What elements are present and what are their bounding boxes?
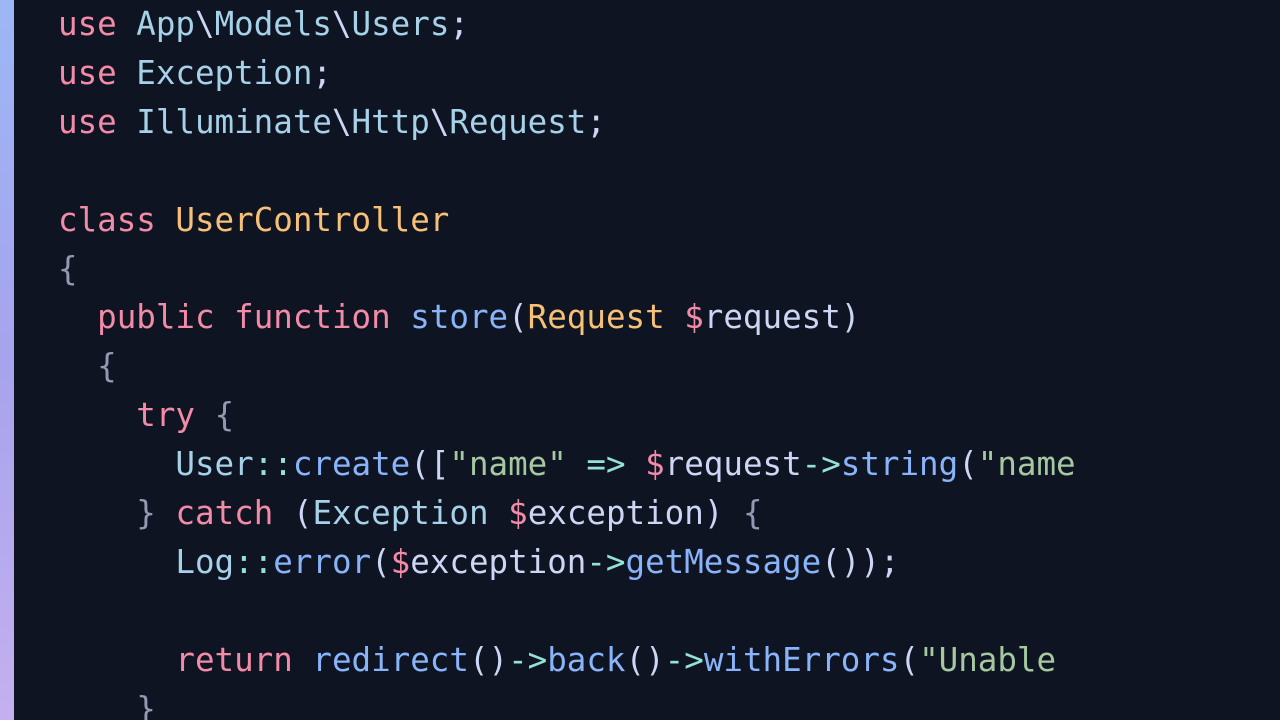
brace-open: { bbox=[58, 250, 78, 288]
object-arrow: -> bbox=[508, 641, 547, 679]
string-literal: "name bbox=[978, 445, 1076, 483]
type-hint: Request bbox=[528, 298, 665, 336]
paren-open: ( bbox=[958, 445, 978, 483]
code-block: use App\Models\Users; use Exception; use… bbox=[14, 0, 1280, 720]
method-name: getMessage bbox=[626, 543, 822, 581]
string-literal: "Unable bbox=[919, 641, 1076, 679]
paren-open: ( bbox=[469, 641, 489, 679]
keyword-return: return bbox=[175, 641, 292, 679]
keyword-use: use bbox=[58, 54, 117, 92]
brace-open: { bbox=[97, 347, 117, 385]
class-name: UserController bbox=[175, 201, 449, 239]
type-hint: Exception bbox=[312, 494, 488, 532]
backslash: \ bbox=[430, 103, 450, 141]
keyword-try: try bbox=[136, 396, 195, 434]
keyword-catch: catch bbox=[175, 494, 273, 532]
paren-close: ) bbox=[489, 641, 509, 679]
paren-open: ( bbox=[371, 543, 391, 581]
paren-close: ) bbox=[841, 298, 861, 336]
variable: exception bbox=[410, 543, 586, 581]
string-literal: "name" bbox=[449, 445, 566, 483]
variable: request bbox=[665, 445, 802, 483]
keyword-public: public bbox=[97, 298, 214, 336]
object-arrow: -> bbox=[665, 641, 704, 679]
method-name: create bbox=[293, 445, 410, 483]
semicolon: ; bbox=[586, 103, 606, 141]
object-arrow: -> bbox=[802, 445, 841, 483]
keyword-use: use bbox=[58, 103, 117, 141]
brace-open: { bbox=[743, 494, 763, 532]
variable: exception bbox=[528, 494, 704, 532]
namespace-part: App bbox=[136, 5, 195, 43]
paren-close: ) bbox=[841, 543, 861, 581]
dollar-sign: $ bbox=[508, 494, 528, 532]
paren-close: ) bbox=[860, 543, 880, 581]
dollar-sign: $ bbox=[645, 445, 665, 483]
keyword-use: use bbox=[58, 5, 117, 43]
namespace-part: Request bbox=[449, 103, 586, 141]
backslash: \ bbox=[332, 5, 352, 43]
brace-open: { bbox=[215, 396, 235, 434]
method-name: string bbox=[841, 445, 958, 483]
namespace-part: Models bbox=[215, 5, 332, 43]
code-editor[interactable]: use App\Models\Users; use Exception; use… bbox=[14, 0, 1280, 720]
namespace-part: Http bbox=[352, 103, 430, 141]
backslash: \ bbox=[195, 5, 215, 43]
paren-open: ( bbox=[508, 298, 528, 336]
paren-open: ( bbox=[821, 543, 841, 581]
paren-open: ( bbox=[626, 641, 646, 679]
paren-open: ( bbox=[293, 494, 313, 532]
bracket-open: [ bbox=[430, 445, 450, 483]
paren-close: ) bbox=[645, 641, 665, 679]
fat-arrow: => bbox=[586, 445, 625, 483]
method-name: withErrors bbox=[704, 641, 900, 679]
double-colon: :: bbox=[254, 445, 293, 483]
method-name: back bbox=[547, 641, 625, 679]
keyword-function: function bbox=[234, 298, 391, 336]
paren-open: ( bbox=[410, 445, 430, 483]
method-name: error bbox=[273, 543, 371, 581]
dollar-sign: $ bbox=[391, 543, 411, 581]
class-ref: Log bbox=[175, 543, 234, 581]
double-colon: :: bbox=[234, 543, 273, 581]
function-name: store bbox=[410, 298, 508, 336]
backslash: \ bbox=[332, 103, 352, 141]
namespace-part: Illuminate bbox=[136, 103, 332, 141]
class-ref: User bbox=[175, 445, 253, 483]
paren-close: ) bbox=[704, 494, 724, 532]
variable: request bbox=[704, 298, 841, 336]
semicolon: ; bbox=[880, 543, 900, 581]
namespace-part: Users bbox=[352, 5, 450, 43]
object-arrow: -> bbox=[586, 543, 625, 581]
left-gradient-bar bbox=[0, 0, 14, 720]
semicolon: ; bbox=[312, 54, 332, 92]
semicolon: ; bbox=[449, 5, 469, 43]
brace-close: } bbox=[136, 690, 156, 720]
keyword-class: class bbox=[58, 201, 156, 239]
paren-open: ( bbox=[899, 641, 919, 679]
dollar-sign: $ bbox=[684, 298, 704, 336]
function-call: redirect bbox=[312, 641, 469, 679]
namespace-part: Exception bbox=[136, 54, 312, 92]
brace-close: } bbox=[136, 494, 156, 532]
